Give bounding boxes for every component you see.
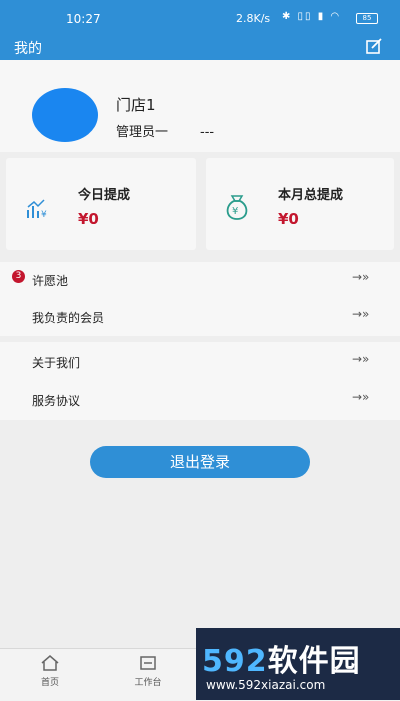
arrow-right-icon: →»	[352, 307, 370, 321]
menu-item-wish-pool[interactable]: 3 许愿池 →»	[0, 262, 400, 298]
logout-button[interactable]: 退出登录	[90, 446, 310, 478]
watermark: 592软件园 www.592xiazai.com	[196, 628, 400, 700]
tab-label: 首页	[40, 678, 59, 688]
status-bar: 10:27 2.8K/s ✱ ▯▯ ▮ ◠ 85	[0, 0, 400, 36]
page-title: 我的	[14, 41, 42, 57]
menu-item-about-us[interactable]: 关于我们 →»	[0, 344, 400, 380]
month-commission-label: 本月总提成	[278, 188, 344, 203]
user-role: 管理员一 ---	[116, 121, 214, 140]
svg-text:¥: ¥	[41, 210, 47, 220]
tab-label: 工作台	[134, 678, 162, 688]
menu-group-2: 关于我们 →» 服务协议 →»	[0, 342, 400, 420]
avatar[interactable]	[32, 88, 98, 142]
workbench-icon	[140, 656, 156, 670]
today-commission-label: 今日提成	[78, 188, 131, 203]
arrow-right-icon: →»	[352, 390, 370, 404]
today-commission-card[interactable]: ¥ 今日提成 ¥0	[6, 158, 196, 250]
menu-item-service-agreement[interactable]: 服务协议 →»	[0, 382, 400, 418]
menu-group-1: 3 许愿池 →» 我负责的会员 →»	[0, 262, 400, 336]
arrow-right-icon: →»	[352, 352, 370, 366]
status-time: 10:27	[66, 12, 101, 26]
menu-item-label: 许愿池	[32, 274, 69, 288]
menu-item-my-members[interactable]: 我负责的会员 →»	[0, 299, 400, 335]
month-commission-card[interactable]: ¥ 本月总提成 ¥0	[206, 158, 394, 250]
watermark-text: 软件园	[267, 644, 361, 679]
battery-indicator: 85	[356, 13, 378, 24]
chart-icon: ¥	[27, 199, 47, 220]
tab-workbench[interactable]: 工作台	[118, 655, 178, 688]
arrow-right-icon: →»	[352, 270, 370, 284]
status-icons: ✱ ▯▯ ▮ ◠	[282, 11, 342, 22]
menu-item-label: 关于我们	[32, 356, 81, 370]
network-speed: 2.8K/s	[236, 12, 271, 25]
home-icon	[41, 655, 59, 671]
profile-card: 门店1 管理员一 ---	[0, 60, 400, 152]
store-name: 门店1	[116, 96, 156, 114]
menu-item-label: 我负责的会员	[32, 311, 105, 325]
notification-badge: 3	[12, 270, 25, 283]
month-commission-amount: ¥0	[278, 210, 299, 228]
role-text: 管理员一	[116, 125, 169, 140]
role-extra: ---	[200, 125, 215, 140]
watermark-number: 592	[202, 644, 268, 679]
svg-text:¥: ¥	[232, 206, 238, 217]
edit-icon[interactable]	[366, 38, 382, 54]
app-bar: 我的	[0, 36, 400, 60]
today-commission-amount: ¥0	[78, 210, 99, 228]
money-bag-icon: ¥	[226, 195, 248, 220]
tab-home[interactable]: 首页	[20, 655, 80, 688]
watermark-url: www.592xiazai.com	[206, 678, 326, 692]
menu-item-label: 服务协议	[32, 394, 81, 408]
